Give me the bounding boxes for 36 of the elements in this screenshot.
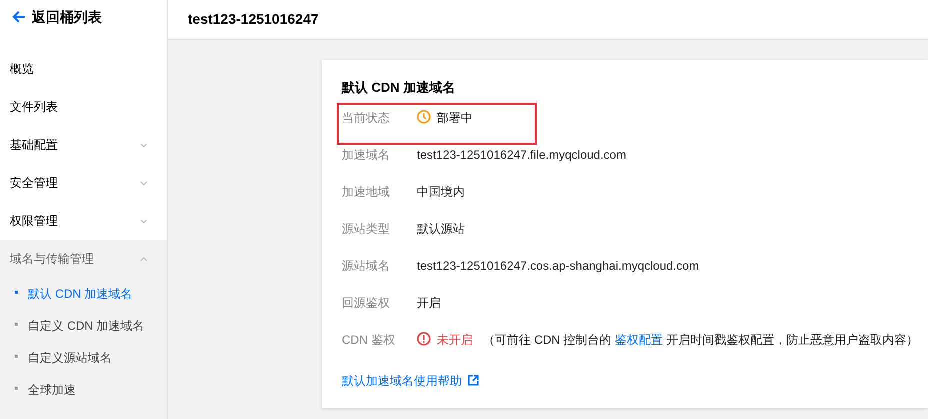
bullet-icon bbox=[15, 355, 18, 358]
bullet-icon bbox=[15, 387, 18, 390]
sidebar-item[interactable]: 域名与传输管理 bbox=[0, 240, 167, 278]
hint-text: （可前往 CDN 控制台的 鉴权配置 开启时间戳鉴权配置，防止恶意用户盗取内容） bbox=[483, 332, 918, 348]
sidebar-item[interactable]: 概览 bbox=[0, 50, 167, 88]
config-link[interactable]: 鉴权配置 bbox=[615, 332, 663, 346]
status-text: 部署中 bbox=[437, 110, 473, 126]
sidebar-item[interactable]: 基础配置 bbox=[0, 126, 167, 164]
back-link[interactable]: 返回桶列表 bbox=[0, 0, 167, 34]
sidebar-item[interactable]: 文件列表 bbox=[0, 88, 167, 126]
bullet-icon bbox=[15, 323, 18, 326]
back-arrow-icon bbox=[12, 10, 26, 24]
field-label: 当前状态 bbox=[342, 110, 391, 126]
help-link[interactable]: 默认加速域名使用帮助 bbox=[342, 372, 479, 390]
field-label: 回源鉴权 bbox=[342, 294, 391, 310]
field-value: 中国境内 bbox=[417, 184, 465, 200]
field-value: 默认源站 bbox=[417, 220, 465, 236]
sidebar-subitem[interactable]: 全球加速 bbox=[0, 374, 167, 406]
page-title: test123-1251016247 bbox=[188, 10, 319, 29]
bullet-icon bbox=[15, 291, 18, 294]
field-label: 加速地域 bbox=[342, 184, 391, 200]
sidebar-subitem[interactable]: 自定义 CDN 加速域名 bbox=[0, 310, 167, 342]
field-value: 开启 bbox=[417, 294, 441, 310]
sidebar-item[interactable]: 权限管理 bbox=[0, 202, 167, 240]
field-value: test123-1251016247.cos.ap-shanghai.myqcloud.com bbox=[417, 258, 700, 274]
sidebar-subitem[interactable]: 默认 CDN 加速域名 bbox=[0, 278, 167, 310]
status-text: 未开启 bbox=[437, 332, 473, 348]
field-label: 加速域名 bbox=[342, 146, 391, 162]
external-link-icon bbox=[468, 375, 479, 386]
sidebar-subitem[interactable]: 自定义源站域名 bbox=[0, 342, 167, 374]
card-title: 默认 CDN 加速域名 bbox=[342, 79, 456, 97]
sidebar-item[interactable]: 安全管理 bbox=[0, 164, 167, 202]
field-value: test123-1251016247.file.myqcloud.com bbox=[417, 146, 626, 162]
field-label: CDN 鉴权 bbox=[342, 332, 396, 348]
field-label: 源站域名 bbox=[342, 258, 391, 274]
field-label: 源站类型 bbox=[342, 220, 391, 236]
